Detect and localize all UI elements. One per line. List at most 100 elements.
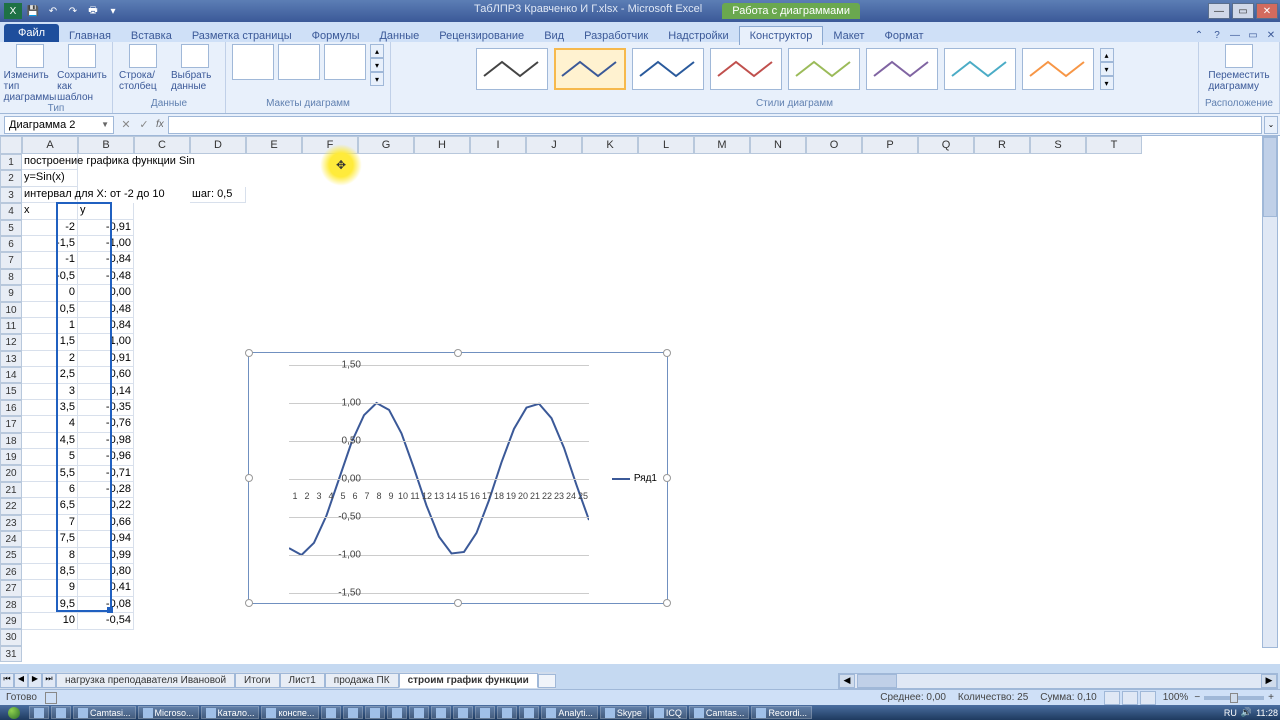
move-chart-button[interactable]: Переместить диаграмму xyxy=(1215,44,1263,92)
cell[interactable]: 0,94 xyxy=(78,531,134,547)
row-header[interactable]: 16 xyxy=(0,400,22,416)
col-header[interactable]: R xyxy=(974,136,1030,154)
enter-fx-icon[interactable]: ✓ xyxy=(136,117,152,133)
tray-clock[interactable]: 11:28 xyxy=(1256,708,1278,718)
chart-style-4[interactable] xyxy=(710,48,782,90)
cell[interactable]: -0,96 xyxy=(78,449,134,465)
cell[interactable]: 7 xyxy=(22,515,78,531)
col-header[interactable]: A xyxy=(22,136,78,154)
select-data-button[interactable]: Выбрать данные xyxy=(171,44,219,92)
gallery-more-icon[interactable]: ▾ xyxy=(370,72,384,86)
cell[interactable]: 1,5 xyxy=(22,334,78,350)
taskbar-item[interactable]: Camtasi... xyxy=(73,706,136,719)
row-header[interactable]: 31 xyxy=(0,646,22,662)
chart-style-2[interactable] xyxy=(554,48,626,90)
cell[interactable]: 0,91 xyxy=(78,351,134,367)
sheet-tab[interactable]: Лист1 xyxy=(280,673,325,688)
tray-lang[interactable]: RU xyxy=(1224,708,1237,718)
row-header[interactable]: 6 xyxy=(0,236,22,252)
row-header[interactable]: 18 xyxy=(0,433,22,449)
row-header[interactable]: 22 xyxy=(0,498,22,514)
row-header[interactable]: 3 xyxy=(0,187,22,203)
gallery-up-icon[interactable]: ▴ xyxy=(370,44,384,58)
col-header[interactable]: H xyxy=(414,136,470,154)
taskbar-item[interactable]: Camtas... xyxy=(689,706,750,719)
cell[interactable]: -0,5 xyxy=(22,269,78,285)
view-normal-icon[interactable] xyxy=(1104,691,1120,705)
cell[interactable]: 0,99 xyxy=(78,548,134,564)
layout-thumb[interactable] xyxy=(232,44,274,80)
worksheet-grid[interactable]: ABCDEFGHIJKLMNOPQRST 1234567891011121314… xyxy=(0,136,1280,664)
taskbar-item[interactable]: конспе... xyxy=(261,706,319,719)
cell[interactable]: шаг: 0,5 xyxy=(190,187,246,203)
embedded-chart[interactable]: 1234567891011121314151617181920212223242… xyxy=(248,352,668,604)
row-header[interactable]: 8 xyxy=(0,269,22,285)
taskbar-item[interactable]: Skype xyxy=(600,706,647,719)
row-header[interactable]: 1 xyxy=(0,154,22,170)
row-header[interactable]: 25 xyxy=(0,547,22,563)
col-header[interactable]: S xyxy=(1030,136,1086,154)
cell[interactable]: -0,28 xyxy=(78,482,134,498)
cell[interactable]: 9 xyxy=(22,580,78,596)
cell[interactable]: -0,08 xyxy=(78,597,134,613)
cell[interactable]: 2 xyxy=(22,351,78,367)
taskbar-item[interactable] xyxy=(343,706,363,719)
tab-file[interactable]: Файл xyxy=(4,24,59,42)
cell[interactable]: -0,35 xyxy=(78,400,134,416)
cell[interactable]: 0,41 xyxy=(78,580,134,596)
cell[interactable]: y xyxy=(78,203,134,219)
taskbar-item[interactable]: Analyti... xyxy=(541,706,598,719)
chart-style-3[interactable] xyxy=(632,48,704,90)
horizontal-scrollbar[interactable]: ◀▶ xyxy=(838,673,1278,689)
cell[interactable]: -0,98 xyxy=(78,433,134,449)
chart-style-1[interactable] xyxy=(476,48,548,90)
ribbon-minimize-icon[interactable]: ⌃ xyxy=(1192,28,1206,42)
col-header[interactable]: C xyxy=(134,136,190,154)
taskbar-item[interactable] xyxy=(365,706,385,719)
taskbar-item[interactable]: ICQ xyxy=(649,706,687,719)
change-chart-type-button[interactable]: Изменить тип диаграммы xyxy=(6,44,54,103)
cell[interactable]: -0,48 xyxy=(78,269,134,285)
row-header[interactable]: 13 xyxy=(0,351,22,367)
taskbar-item[interactable] xyxy=(387,706,407,719)
cell[interactable]: 5 xyxy=(22,449,78,465)
cell[interactable]: y=Sin(x) xyxy=(22,170,78,186)
close-button[interactable]: ✕ xyxy=(1256,3,1278,19)
chart-legend[interactable]: Ряд1 xyxy=(612,473,657,484)
cell[interactable]: -0,71 xyxy=(78,466,134,482)
maximize-button[interactable]: ▭ xyxy=(1232,3,1254,19)
taskbar-item[interactable]: Recordi... xyxy=(751,706,812,719)
zoom-out-icon[interactable]: − xyxy=(1194,692,1200,703)
cell[interactable]: 5,5 xyxy=(22,466,78,482)
cell[interactable]: 4 xyxy=(22,416,78,432)
excel-icon[interactable]: X xyxy=(4,3,22,19)
col-header[interactable]: K xyxy=(582,136,638,154)
row-header[interactable]: 7 xyxy=(0,252,22,268)
cell[interactable]: 0,60 xyxy=(78,367,134,383)
name-box-dropdown-icon[interactable]: ▼ xyxy=(101,120,109,129)
row-header[interactable]: 12 xyxy=(0,334,22,350)
chart-style-5[interactable] xyxy=(788,48,860,90)
taskbar-pinned[interactable] xyxy=(29,706,49,719)
row-header[interactable]: 11 xyxy=(0,318,22,334)
col-header[interactable]: E xyxy=(246,136,302,154)
switch-row-col-button[interactable]: Строка/столбец xyxy=(119,44,167,92)
row-header[interactable]: 30 xyxy=(0,629,22,645)
col-header[interactable]: G xyxy=(358,136,414,154)
col-header[interactable]: M xyxy=(694,136,750,154)
col-header[interactable]: T xyxy=(1086,136,1142,154)
cell[interactable]: 1,00 xyxy=(78,334,134,350)
cell[interactable]: 0,5 xyxy=(22,302,78,318)
sheet-tab[interactable]: Итоги xyxy=(235,673,279,688)
col-header[interactable]: I xyxy=(470,136,526,154)
view-page-break-icon[interactable] xyxy=(1140,691,1156,705)
cell[interactable]: -2 xyxy=(22,220,78,236)
row-header[interactable]: 10 xyxy=(0,302,22,318)
layout-thumb[interactable] xyxy=(278,44,320,80)
cell[interactable]: 7,5 xyxy=(22,531,78,547)
cell[interactable]: 3 xyxy=(22,384,78,400)
cell[interactable]: -1,5 xyxy=(22,236,78,252)
cell[interactable]: 0,22 xyxy=(78,498,134,514)
row-header[interactable]: 21 xyxy=(0,482,22,498)
cell[interactable]: -0,91 xyxy=(78,220,134,236)
